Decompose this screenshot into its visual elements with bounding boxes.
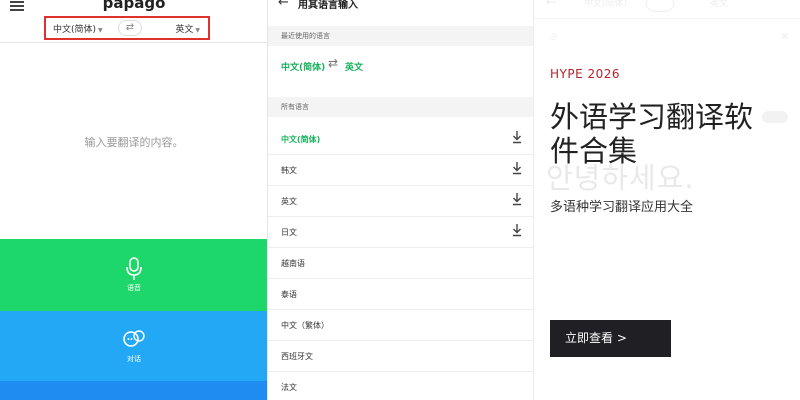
- language-item[interactable]: 韩文: [268, 155, 533, 186]
- language-item[interactable]: 泰语: [268, 279, 533, 310]
- hero-kicker: HYPE 2026: [550, 67, 621, 81]
- faded-divider: [534, 18, 800, 19]
- language-item[interactable]: 英文: [268, 186, 533, 217]
- conversation-bubbles-icon: [123, 330, 145, 347]
- language-item[interactable]: 中文（繁体）: [268, 310, 533, 341]
- language-item[interactable]: 法文: [268, 372, 533, 400]
- target-language-label: 英文: [175, 25, 194, 35]
- hero-title: 外语学习翻译软件合集: [550, 100, 754, 168]
- close-icon: ✕: [780, 30, 790, 43]
- recent-section-header: 最近使用的语言: [268, 26, 533, 46]
- microphone-icon: [126, 257, 142, 280]
- download-icon[interactable]: [512, 192, 522, 206]
- language-item[interactable]: 越南语: [268, 248, 533, 279]
- hero-subtitle: 多语种学习翻译应用大全: [550, 200, 694, 215]
- papago-main-screen: papago 中文(简体) ▼ ⇄ 英文 ▼ 输入要翻译的内容。 语音 对话: [0, 0, 268, 400]
- language-list-screen: ← 用其语言输入 最近使用的语言 中文(简体) ⇄ 英文 所有语言 中文(简体)…: [268, 0, 534, 400]
- promo-panel: ← 中文(简体) 英文 ◎ ✕ 안녕하세요. HYPE 2026 外语学习翻译软…: [534, 0, 800, 400]
- conversation-button-label: 对话: [127, 355, 141, 363]
- target-language-dropdown[interactable]: 英文 ▼: [175, 22, 200, 35]
- source-language-label: 中文(简体): [53, 25, 97, 35]
- faded-swap-button: [646, 0, 674, 12]
- download-icon[interactable]: [512, 223, 522, 237]
- language-item[interactable]: 日文: [268, 217, 533, 248]
- faded-source-language: 中文(简体): [584, 0, 628, 9]
- language-item-label: 英文: [281, 197, 297, 206]
- language-item-label: 西班牙文: [281, 352, 313, 361]
- chevron-down-icon: ▼: [195, 27, 200, 34]
- bottom-action-button[interactable]: [0, 381, 267, 400]
- language-selector-bar: 中文(简体) ▼ ⇄ 英文 ▼: [44, 16, 210, 40]
- source-language-dropdown[interactable]: 中文(简体) ▼: [53, 22, 103, 35]
- voice-button[interactable]: 语音: [0, 239, 267, 311]
- download-icon[interactable]: [512, 130, 522, 144]
- header-divider: [0, 42, 267, 43]
- swap-icon: ⇄: [125, 22, 135, 33]
- recent-target-language[interactable]: 英文: [345, 60, 363, 73]
- swap-languages-button[interactable]: ⇄: [118, 20, 142, 36]
- language-item-label: 法文: [281, 383, 297, 392]
- swap-icon: ⇄: [328, 56, 339, 70]
- voice-button-label: 语音: [127, 284, 141, 292]
- language-item-label: 中文（繁体）: [281, 321, 329, 330]
- all-languages-section-label: 所有语言: [281, 103, 309, 111]
- back-arrow-icon[interactable]: ←: [278, 0, 289, 10]
- language-item-label: 泰语: [281, 290, 297, 299]
- download-icon[interactable]: [512, 161, 522, 175]
- faded-target-language: 英文: [710, 0, 729, 9]
- language-item-label: 中文(简体): [281, 135, 321, 144]
- faded-camera-icon: ◎: [550, 32, 558, 42]
- all-languages-section-header: 所有语言: [268, 97, 533, 117]
- recent-section-label: 最近使用的语言: [281, 32, 330, 40]
- language-item-label: 日文: [281, 228, 297, 237]
- back-arrow-icon: ←: [546, 0, 557, 10]
- language-item-label: 韩文: [281, 166, 297, 175]
- language-item-label: 越南语: [281, 259, 305, 268]
- chevron-down-icon: ▼: [98, 27, 103, 34]
- translation-input-placeholder[interactable]: 输入要翻译的内容。: [0, 134, 267, 150]
- app-logo: papago: [102, 0, 166, 12]
- language-item[interactable]: 西班牙文: [268, 341, 533, 372]
- screen-title: 用其语言输入: [298, 0, 358, 11]
- conversation-button[interactable]: 对话: [0, 311, 267, 381]
- view-now-button[interactable]: 立即查看 >: [550, 320, 671, 357]
- recent-source-language[interactable]: 中文(简体): [281, 60, 325, 73]
- language-item[interactable]: 中文(简体): [268, 124, 533, 155]
